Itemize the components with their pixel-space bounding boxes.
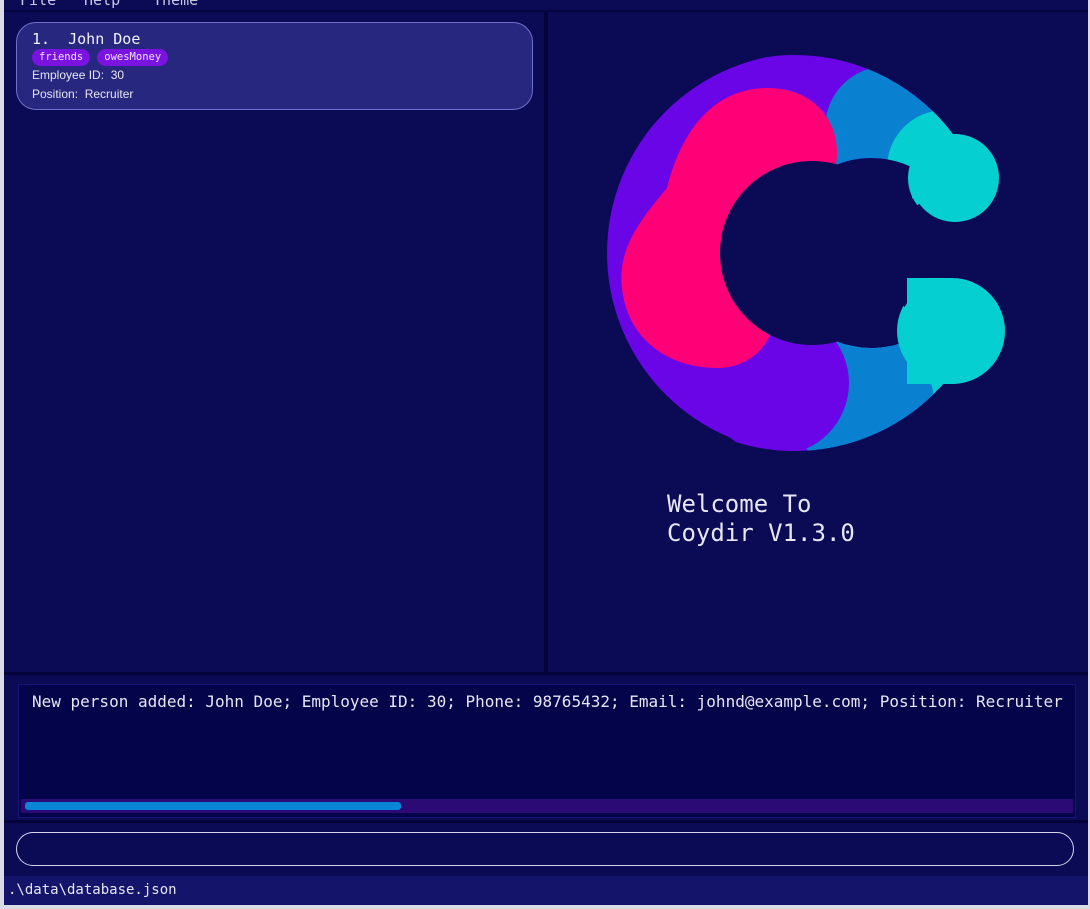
person-tags: friends owesMoney [32, 49, 169, 66]
menu-bar: File Help Theme [4, 0, 1088, 12]
menu-file[interactable]: File [20, 0, 56, 9]
tag-owes-money: owesMoney [97, 49, 169, 66]
command-input[interactable] [16, 832, 1074, 866]
status-bar: .\data\database.json [4, 876, 1088, 905]
result-scrollbar-thumb[interactable] [25, 802, 401, 810]
result-scrollbar-track[interactable] [21, 799, 1073, 813]
result-display[interactable]: New person added: John Doe; Employee ID:… [16, 682, 1078, 820]
horizontal-divider-2 [4, 820, 1088, 823]
welcome-line-1: Welcome To [667, 490, 812, 518]
welcome-message: Welcome To Coydir V1.3.0 [667, 490, 855, 548]
tag-friends: friends [32, 49, 91, 66]
coydir-logo [607, 55, 1007, 452]
result-message: New person added: John Doe; Employee ID:… [32, 692, 1063, 711]
horizontal-divider [4, 672, 1088, 675]
position: Position: Recruiter [32, 87, 134, 101]
person-name: 1. John Doe [32, 30, 141, 48]
menu-theme[interactable]: Theme [153, 0, 198, 9]
welcome-line-2: Coydir V1.3.0 [667, 519, 855, 547]
person-list-panel[interactable]: 1. John Doe friends owesMoney Employee I… [4, 12, 544, 672]
welcome-panel: Welcome To Coydir V1.3.0 [548, 12, 1088, 672]
menu-help[interactable]: Help [84, 0, 120, 9]
employee-id: Employee ID: 30 [32, 68, 125, 82]
app-window: File Help Theme 1. John Doe friends owes… [4, 0, 1088, 905]
person-card[interactable]: 1. John Doe friends owesMoney Employee I… [16, 22, 533, 110]
save-location: .\data\database.json [8, 882, 177, 898]
